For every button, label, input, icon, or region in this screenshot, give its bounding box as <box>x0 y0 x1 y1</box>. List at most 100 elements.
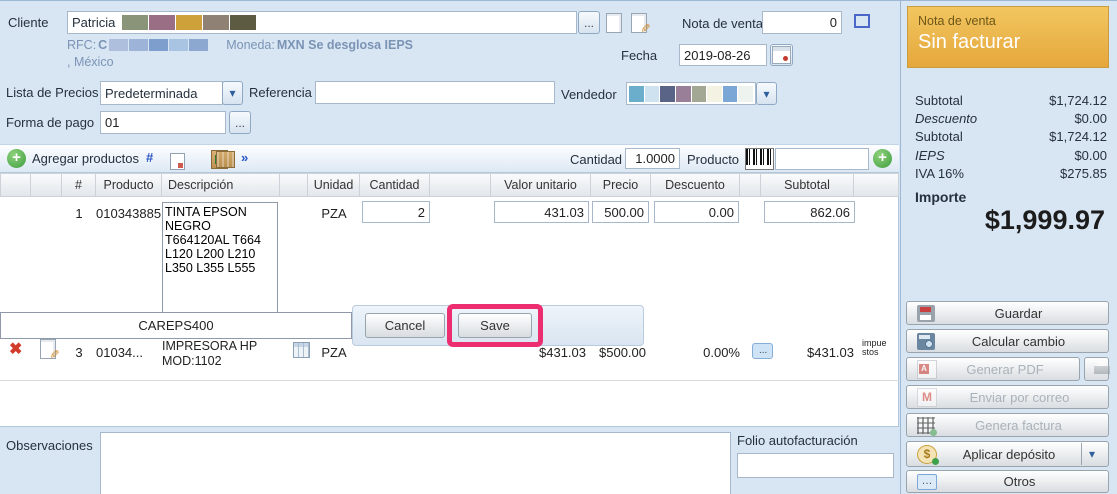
save-disk-icon <box>917 304 935 322</box>
header-descripcion[interactable]: Descripción <box>162 173 280 197</box>
generar-pdf-button[interactable]: Generar PDF <box>906 357 1080 381</box>
edit-producto-input[interactable] <box>0 312 352 339</box>
header-num[interactable]: # <box>62 173 96 197</box>
fullscreen-button[interactable] <box>849 8 874 33</box>
calcular-cambio-button[interactable]: Calcular cambio <box>906 329 1109 353</box>
observaciones-textarea[interactable] <box>100 432 731 494</box>
enviar-correo-button[interactable]: Enviar por correo <box>906 385 1109 409</box>
hash-button[interactable]: # <box>146 150 153 165</box>
rfc-label: RFC: <box>67 38 97 52</box>
importe-value: $1,999.97 <box>984 205 1105 235</box>
row1-valor-input[interactable] <box>494 201 589 223</box>
edit-document-button[interactable] <box>627 10 651 35</box>
mail-icon <box>917 387 937 407</box>
deposito-dropdown-arrow[interactable] <box>1081 443 1102 465</box>
copy-icon[interactable] <box>166 153 185 174</box>
moneda-value: MXN Se desglosa IEPS <box>276 38 414 52</box>
row3-impuestos-link[interactable]: impuestos <box>862 339 890 357</box>
header-edit-col <box>31 173 62 197</box>
money-deposit-icon <box>917 444 939 465</box>
producto-quick-label: Producto <box>687 152 740 167</box>
header-cantidad[interactable]: Cantidad <box>360 173 430 197</box>
printer-icon <box>1093 360 1111 378</box>
header-delete-col <box>0 173 31 197</box>
save-button[interactable]: Save <box>458 313 532 338</box>
forma-pago-lookup-button[interactable]: ... <box>229 111 251 134</box>
cliente-lookup-button[interactable]: ... <box>578 11 600 34</box>
pdf-icon <box>917 359 937 379</box>
folio-input[interactable] <box>737 453 894 478</box>
header-valor-unitario[interactable]: Valor unitario <box>491 173 591 197</box>
referencia-input[interactable] <box>315 81 555 104</box>
sales-note-window: Cliente Patricia ... Nota de venta RFC: … <box>0 0 1117 494</box>
row3-edit-icon[interactable] <box>40 339 56 359</box>
calendar-button[interactable] <box>770 44 793 66</box>
vendedor-select[interactable] <box>626 82 756 105</box>
vendedor-arrow-button[interactable] <box>756 82 777 105</box>
cantidad-quick-input[interactable] <box>625 148 680 169</box>
new-document-button[interactable] <box>602 10 626 35</box>
row3-descripcion: IMPRESORA HP MOD:1102 <box>162 339 257 368</box>
package-icon[interactable] <box>216 151 235 168</box>
total-row: IEPS $0.00 <box>915 148 1107 163</box>
row1-cantidad-input[interactable] <box>362 201 430 223</box>
header-dots-col <box>740 173 761 197</box>
cliente-label: Cliente <box>8 15 49 30</box>
vendedor-label: Vendedor <box>561 87 617 102</box>
row3-producto: 01034... <box>96 345 143 360</box>
guardar-button[interactable]: Guardar <box>906 301 1109 325</box>
header-spacer-col <box>430 173 491 197</box>
grid-toolbar: Agregar productos # » Cantidad Producto <box>0 144 899 174</box>
row1-producto: 010343885 <box>96 206 162 221</box>
row1-descripcion-editor[interactable]: TINTA EPSON NEGRO T664120AL T664 L120 L2… <box>162 202 278 313</box>
total-row: IVA 16% $275.85 <box>915 166 1107 181</box>
row1-subtotal-input[interactable] <box>764 201 855 223</box>
total-row: Subtotal $1,724.12 <box>915 93 1107 108</box>
referencia-label: Referencia <box>249 85 312 100</box>
row1-descuento-input[interactable] <box>654 201 739 223</box>
rfc-value-prefix: C <box>98 38 108 52</box>
header-producto[interactable]: Producto <box>96 173 162 197</box>
nota-venta-input[interactable] <box>762 11 842 34</box>
status-box: Nota de venta Sin facturar <box>907 6 1109 68</box>
cliente-input[interactable]: Patricia <box>67 11 577 34</box>
observaciones-label: Observaciones <box>6 438 93 453</box>
genera-factura-button[interactable]: Genera factura <box>906 413 1109 437</box>
header-precio[interactable]: Precio <box>591 173 651 197</box>
rfc-moneda-line: RFC: C Moneda: MXN Se desglosa IEPS <box>67 38 413 52</box>
aplicar-deposito-button[interactable]: Aplicar depósito <box>906 441 1109 467</box>
header-descuento[interactable]: Descuento <box>651 173 740 197</box>
rfc-redaction <box>109 39 209 51</box>
add-product-quick-icon[interactable] <box>873 149 892 168</box>
agregar-productos-button[interactable]: Agregar productos <box>32 151 139 166</box>
row1-precio-input[interactable] <box>592 201 649 223</box>
lista-precios-select[interactable]: Predeterminada <box>100 81 223 105</box>
otros-button[interactable]: Otros <box>906 470 1109 493</box>
total-label: Descuento <box>915 111 978 126</box>
ellipsis-icon: ... <box>583 15 594 30</box>
ellipsis-icon: ... <box>234 115 245 130</box>
fecha-input[interactable] <box>679 44 767 66</box>
header-unidad[interactable]: Unidad <box>308 173 360 197</box>
total-value: $1,724.12 <box>1049 129 1107 144</box>
more-tools-button[interactable]: » <box>241 150 248 165</box>
lista-precios-label: Lista de Precios <box>6 85 99 100</box>
print-button[interactable] <box>1084 357 1111 381</box>
header-icon-col <box>280 173 308 197</box>
add-product-icon[interactable] <box>7 149 26 168</box>
total-value: $1,724.12 <box>1049 93 1107 108</box>
lista-precios-arrow-button[interactable] <box>222 81 243 105</box>
importe-label: Importe <box>915 189 967 205</box>
grid-body: 1 010343885 TINTA EPSON NEGRO T664120AL … <box>0 197 899 426</box>
row3-delete-icon[interactable] <box>9 339 22 359</box>
qr-invoice-icon <box>917 416 937 436</box>
forma-pago-input[interactable] <box>100 111 226 134</box>
row3-descuento: 0.00% <box>703 345 740 360</box>
producto-quick-input[interactable] <box>775 148 869 170</box>
row3-subtotal: $431.03 <box>807 345 854 360</box>
bottom-panel: Observaciones Folio autofacturación <box>0 426 899 494</box>
header-subtotal[interactable]: Subtotal <box>761 173 854 197</box>
cancel-button[interactable]: Cancel <box>365 313 445 338</box>
row1-unidad: PZA <box>321 206 347 221</box>
row-separator <box>0 380 899 381</box>
